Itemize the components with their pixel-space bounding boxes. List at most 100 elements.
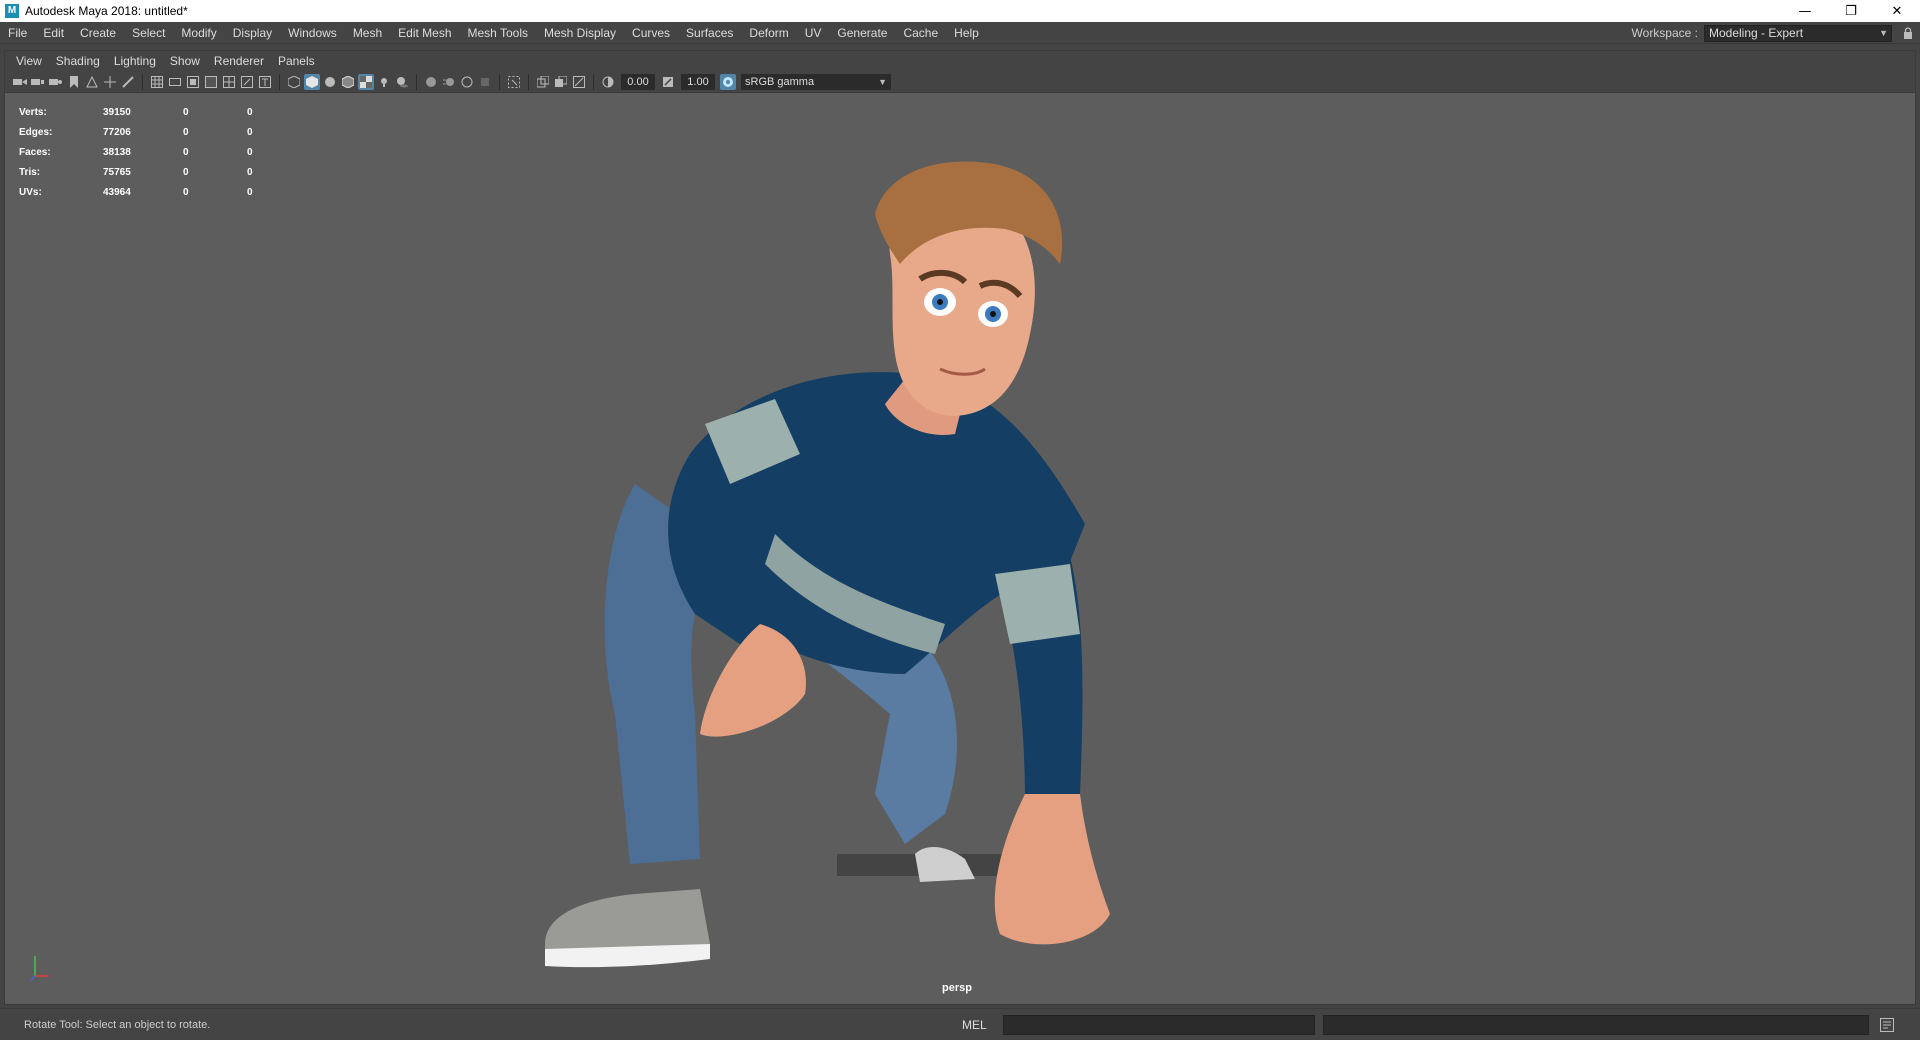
film-gate-icon[interactable] — [167, 74, 183, 90]
menu-modify[interactable]: Modify — [173, 22, 224, 44]
axis-gizmo — [30, 956, 49, 981]
hud-row: Verts: 39150 0 0 — [19, 102, 277, 122]
hud-value: 0 — [247, 186, 253, 198]
restore-button[interactable]: ❐ — [1828, 0, 1874, 22]
bookmark-icon[interactable] — [66, 74, 82, 90]
help-line-text: Rotate Tool: Select an object to rotate. — [24, 1018, 211, 1031]
exposure-icon[interactable] — [600, 74, 616, 90]
menu-file[interactable]: File — [0, 22, 35, 44]
safe-action-icon[interactable] — [239, 74, 255, 90]
menu-mesh[interactable]: Mesh — [345, 22, 390, 44]
hud-value: 77206 — [103, 126, 131, 138]
hud-value: 43964 — [103, 186, 131, 198]
pan-zoom-icon[interactable] — [102, 74, 118, 90]
panel-menu-renderer[interactable]: Renderer — [207, 54, 271, 68]
hud-value: 0 — [247, 126, 253, 138]
multisample-aa-icon[interactable] — [459, 74, 475, 90]
menu-help[interactable]: Help — [946, 22, 987, 44]
panel-menu-view[interactable]: View — [9, 54, 49, 68]
script-editor-icon[interactable] — [1877, 1015, 1897, 1035]
viewport-panel: View Shading Lighting Show Renderer Pane… — [4, 50, 1916, 1005]
hud-label: Faces: — [19, 146, 51, 158]
panel-menu-lighting[interactable]: Lighting — [107, 54, 163, 68]
workspace-value: Modeling - Expert — [1709, 25, 1804, 40]
title-bar: M Autodesk Maya 2018: untitled* — ❐ ✕ — [0, 0, 1920, 22]
image-plane-icon[interactable] — [84, 74, 100, 90]
menu-mesh-display[interactable]: Mesh Display — [536, 22, 624, 44]
menu-edit[interactable]: Edit — [35, 22, 72, 44]
hud-row: UVs: 43964 0 0 — [19, 182, 277, 202]
camera-lock-icon[interactable] — [30, 74, 46, 90]
chevron-down-icon: ▼ — [1879, 27, 1888, 38]
grease-pencil-icon[interactable] — [120, 74, 136, 90]
menu-cache[interactable]: Cache — [895, 22, 946, 44]
screen-space-ao-icon[interactable] — [423, 74, 439, 90]
menu-select[interactable]: Select — [124, 22, 173, 44]
safe-title-icon[interactable] — [257, 74, 273, 90]
color-management-icon[interactable] — [720, 73, 736, 90]
mel-command-input[interactable] — [1002, 1014, 1315, 1035]
gamma-field[interactable]: 1.00 — [681, 73, 715, 90]
camera-attributes-icon[interactable] — [48, 74, 64, 90]
hud-label: Verts: — [19, 106, 47, 118]
minimize-button[interactable]: — — [1782, 0, 1828, 22]
toolbar-separator — [279, 73, 280, 90]
hud-value: 0 — [183, 126, 189, 138]
menu-generate[interactable]: Generate — [829, 22, 895, 44]
smooth-shade-icon[interactable] — [304, 73, 320, 90]
menu-surfaces[interactable]: Surfaces — [678, 22, 741, 44]
script-language-button[interactable]: MEL — [962, 1018, 987, 1032]
exposure-field[interactable]: 0.00 — [621, 73, 655, 90]
menu-display[interactable]: Display — [225, 22, 280, 44]
right-pupil — [990, 311, 996, 317]
poly-count-hud: Verts: 39150 0 0 Edges: 77206 0 0 Faces:… — [19, 102, 277, 202]
lock-icon[interactable] — [1896, 22, 1920, 44]
xray-active-components-icon[interactable] — [553, 74, 569, 90]
use-all-lights-icon[interactable] — [376, 74, 392, 90]
right-hand — [994, 794, 1110, 945]
menu-mesh-tools[interactable]: Mesh Tools — [460, 22, 536, 44]
hud-value: 0 — [183, 146, 189, 158]
hud-label: Tris: — [19, 166, 41, 178]
resolution-gate-icon[interactable] — [185, 74, 201, 90]
toolbar-separator — [593, 73, 594, 90]
depth-of-field-icon[interactable] — [477, 74, 493, 90]
panel-menu-shading[interactable]: Shading — [49, 54, 107, 68]
gamma-icon[interactable] — [660, 74, 676, 90]
command-line: Rotate Tool: Select an object to rotate.… — [0, 1008, 1920, 1040]
field-chart-icon[interactable] — [221, 74, 237, 90]
menu-edit-mesh[interactable]: Edit Mesh — [390, 22, 459, 44]
menu-windows[interactable]: Windows — [280, 22, 345, 44]
camera-select-icon[interactable] — [12, 74, 28, 90]
xray-icon[interactable] — [535, 74, 551, 90]
view-transform-dropdown[interactable]: sRGB gamma ▼ — [741, 73, 891, 90]
hud-row: Faces: 38138 0 0 — [19, 142, 277, 162]
isolate-select-icon[interactable] — [506, 74, 522, 90]
perspective-viewport[interactable]: Verts: 39150 0 0 Edges: 77206 0 0 Faces:… — [5, 94, 1915, 1004]
hud-value: 39150 — [103, 106, 131, 118]
textured-icon[interactable] — [358, 73, 374, 90]
workspace-dropdown[interactable]: Modeling - Expert ▼ — [1704, 24, 1892, 42]
close-button[interactable]: ✕ — [1874, 0, 1920, 22]
camera-name-label: persp — [942, 982, 972, 994]
motion-blur-icon[interactable] — [441, 74, 457, 90]
gate-mask-icon[interactable] — [203, 74, 219, 90]
panel-menu-panels[interactable]: Panels — [271, 54, 322, 68]
menu-deform[interactable]: Deform — [741, 22, 796, 44]
wireframe-icon[interactable] — [286, 74, 302, 90]
character-model[interactable] — [525, 154, 1225, 974]
grid-icon[interactable] — [149, 74, 165, 90]
left-pupil — [937, 299, 943, 305]
hud-value: 38138 — [103, 146, 131, 158]
menu-uv[interactable]: UV — [797, 22, 830, 44]
shadows-icon[interactable] — [394, 74, 410, 90]
menu-curves[interactable]: Curves — [624, 22, 678, 44]
hud-value: 0 — [183, 186, 189, 198]
use-default-material-icon[interactable] — [322, 74, 338, 90]
panel-menu-show[interactable]: Show — [163, 54, 207, 68]
hud-value: 0 — [183, 166, 189, 178]
menu-create[interactable]: Create — [72, 22, 124, 44]
right-arm-stripe — [995, 564, 1080, 644]
xray-joints-icon[interactable] — [571, 74, 587, 90]
wireframe-on-shaded-icon[interactable] — [340, 74, 356, 90]
